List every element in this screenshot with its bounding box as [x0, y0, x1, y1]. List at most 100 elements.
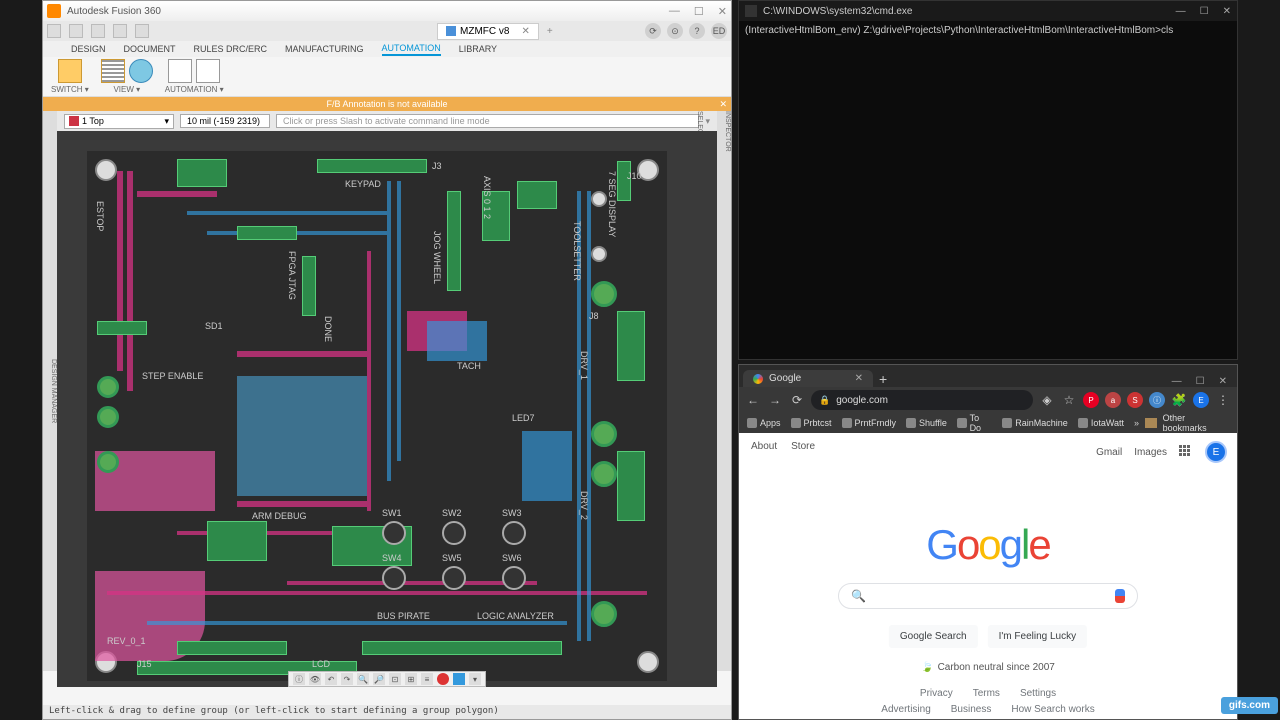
bookmark-overflow-icon[interactable]: » [1134, 418, 1139, 428]
menu-icon[interactable]: ⋮ [1215, 392, 1231, 408]
google-account-avatar[interactable]: E [1205, 441, 1227, 463]
bookmark-item[interactable]: Shuffle [906, 418, 947, 428]
command-input[interactable]: Click or press Slash to activate command… [276, 114, 699, 128]
redo-icon[interactable] [135, 24, 149, 38]
tab-document[interactable]: DOCUMENT [124, 44, 176, 54]
view-info-icon[interactable] [129, 59, 153, 83]
automation-label[interactable]: AUTOMATION ▾ [165, 85, 224, 94]
settings-link[interactable]: Settings [1020, 688, 1056, 699]
maximize-button[interactable]: ☐ [694, 5, 704, 18]
close-button[interactable]: ✕ [1223, 6, 1231, 17]
other-bookmarks[interactable]: Other bookmarks [1163, 413, 1229, 433]
images-link[interactable]: Images [1134, 447, 1167, 458]
reload-button[interactable]: ⟳ [789, 392, 805, 408]
design-manager-panel[interactable]: DESIGN MANAGER [43, 111, 57, 671]
new-tab-button[interactable]: + [879, 371, 887, 387]
profile-avatar[interactable]: E [1193, 392, 1209, 408]
zoom-out-icon[interactable]: 🔎 [373, 673, 385, 685]
tab-library[interactable]: LIBRARY [459, 44, 497, 54]
star-icon[interactable]: ☆ [1061, 392, 1077, 408]
cmd-dropdown-icon[interactable]: ▾ [705, 116, 710, 127]
refresh-icon[interactable]: ⟳ [645, 23, 661, 39]
close-tab-icon[interactable]: ✕ [855, 373, 863, 384]
browser-tab[interactable]: Google ✕ [743, 370, 873, 387]
back-button[interactable]: ← [745, 392, 761, 408]
tab-manufacturing[interactable]: MANUFACTURING [285, 44, 364, 54]
cmd-terminal-body[interactable]: (InteractiveHtmlBom_env) Z:\gdrive\Proje… [739, 21, 1237, 40]
ext-icon-a[interactable]: a [1105, 392, 1121, 408]
ext-icon-i[interactable]: ⓘ [1149, 392, 1165, 408]
ext-icon-s[interactable]: S [1127, 392, 1143, 408]
tab-automation[interactable]: AUTOMATION [382, 43, 441, 56]
eye-tool-icon[interactable]: 👁 [309, 673, 321, 685]
tab-rules[interactable]: RULES DRC/ERC [194, 44, 268, 54]
switch-label[interactable]: SWITCH ▾ [51, 85, 89, 94]
minimize-button[interactable]: — [1176, 6, 1186, 17]
mic-icon[interactable] [1115, 589, 1125, 603]
dropdown-tool-icon[interactable]: ▾ [469, 673, 481, 685]
mounting-hole [637, 651, 659, 673]
layer-selector[interactable]: 1 Top ▾ [64, 114, 174, 129]
view-label[interactable]: VIEW ▾ [113, 85, 140, 94]
header-pads [177, 641, 287, 655]
pcb-canvas[interactable]: KEYPAD ESTOP FPGA JTAG JOG WHEEL TOOLSET… [57, 131, 717, 687]
add-tab-button[interactable]: + [547, 26, 553, 37]
save-icon[interactable] [91, 24, 105, 38]
extensions-icon[interactable]: 🧩 [1171, 392, 1187, 408]
address-bar[interactable]: 🔒 google.com [811, 390, 1033, 410]
bookmark-item[interactable]: To Do [957, 413, 992, 433]
close-button[interactable]: ✕ [1219, 376, 1227, 387]
bookmark-item[interactable]: Prbtcst [791, 418, 832, 428]
how-search-works-link[interactable]: How Search works [1011, 704, 1094, 715]
grid-toggle-icon[interactable]: ⊞ [405, 673, 417, 685]
automation-run-icon[interactable] [168, 59, 192, 83]
google-apps-icon[interactable] [1179, 445, 1193, 459]
maximize-button[interactable]: ☐ [1200, 6, 1209, 17]
bookmark-item[interactable]: PrntFrndly [842, 418, 897, 428]
business-link[interactable]: Business [951, 704, 992, 715]
undo-tool-icon[interactable]: ↶ [325, 673, 337, 685]
inspector-panel[interactable]: INSPECTOR SELECTION FILTER [717, 111, 731, 671]
close-button[interactable]: ✕ [718, 5, 727, 18]
google-footer-1: Privacy Terms Settings [920, 688, 1056, 699]
layers-icon[interactable]: ≡ [421, 673, 433, 685]
switch-tool-icon[interactable] [58, 59, 82, 83]
store-link[interactable]: Store [791, 441, 815, 463]
automation-script-icon[interactable] [196, 59, 220, 83]
forward-button[interactable]: → [767, 392, 783, 408]
about-link[interactable]: About [751, 441, 777, 463]
minimize-button[interactable]: — [669, 5, 680, 18]
close-tab-icon[interactable]: ✕ [521, 26, 529, 37]
close-warning-icon[interactable]: ✕ [719, 99, 727, 110]
grid-icon[interactable] [47, 24, 61, 38]
header-pads [617, 311, 645, 381]
google-search-box[interactable]: 🔍 [838, 583, 1138, 609]
fit-icon[interactable]: ⊡ [389, 673, 401, 685]
location-icon[interactable]: ◈ [1039, 392, 1055, 408]
tab-design[interactable]: DESIGN [71, 44, 106, 54]
help-icon[interactable]: ? [689, 23, 705, 39]
bookmark-item[interactable]: RainMachine [1002, 418, 1068, 428]
pinterest-ext-icon[interactable]: P [1083, 392, 1099, 408]
undo-icon[interactable] [113, 24, 127, 38]
carbon-neutral-text[interactable]: 🍃 Carbon neutral since 2007 [921, 662, 1055, 673]
advertising-link[interactable]: Advertising [881, 704, 930, 715]
google-search-button[interactable]: Google Search [889, 625, 978, 648]
select-tool-icon[interactable] [453, 673, 465, 685]
minimize-button[interactable]: — [1172, 376, 1182, 387]
info-tool-icon[interactable]: ⓘ [293, 673, 305, 685]
view-grid-icon[interactable] [101, 59, 125, 83]
stop-tool-icon[interactable] [437, 673, 449, 685]
file-icon[interactable] [69, 24, 83, 38]
document-tab[interactable]: MZMFC v8 ✕ [437, 23, 539, 40]
privacy-link[interactable]: Privacy [920, 688, 953, 699]
maximize-button[interactable]: ☐ [1196, 376, 1205, 387]
bookmark-apps[interactable]: Apps [747, 418, 781, 428]
redo-tool-icon[interactable]: ↷ [341, 673, 353, 685]
terms-link[interactable]: Terms [973, 688, 1000, 699]
bookmark-item[interactable]: IotaWatt [1078, 418, 1124, 428]
gmail-link[interactable]: Gmail [1096, 447, 1122, 458]
zoom-in-icon[interactable]: 🔍 [357, 673, 369, 685]
feeling-lucky-button[interactable]: I'm Feeling Lucky [988, 625, 1088, 648]
notifications-icon[interactable]: ⊙ [667, 23, 683, 39]
